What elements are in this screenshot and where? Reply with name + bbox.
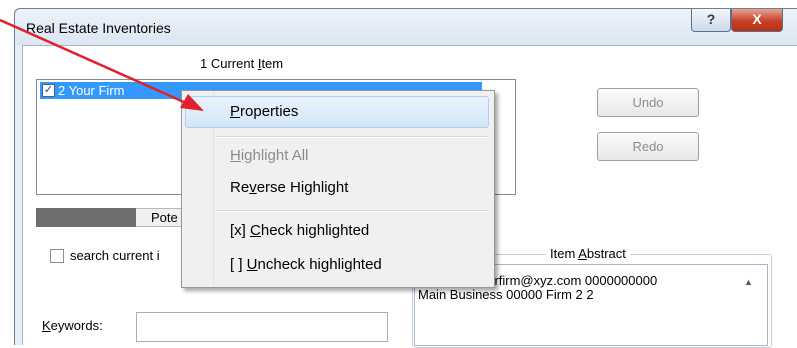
- menu-item-check-highlighted[interactable]: [x] Check highlighted: [230, 222, 369, 239]
- redo-button[interactable]: Redo: [597, 132, 699, 161]
- checkbox-checked-icon[interactable]: ✓: [42, 84, 55, 97]
- menu-separator: [216, 136, 488, 138]
- help-icon: ?: [706, 11, 716, 27]
- menu-separator: [216, 210, 488, 212]
- scroll-up-arrow-icon[interactable]: ▲: [744, 277, 753, 287]
- menu-item-highlight-all[interactable]: Highlight All: [230, 147, 308, 164]
- menu-item-reverse-highlight[interactable]: Reverse Highlight: [230, 179, 348, 196]
- abstract-line-2: Main Business 00000 Firm 2 2: [418, 287, 594, 302]
- keywords-input[interactable]: [136, 312, 388, 342]
- close-icon: X: [752, 11, 762, 27]
- close-button[interactable]: X: [731, 9, 783, 32]
- keywords-label: Keywords:: [42, 318, 103, 333]
- search-current-checkbox[interactable]: [50, 249, 64, 263]
- current-item-label: 1 Current Item: [200, 56, 284, 71]
- undo-button[interactable]: Undo: [597, 88, 699, 117]
- window-title: Real Estate Inventories: [26, 20, 171, 36]
- tab-potential-label: Pote: [151, 210, 178, 225]
- list-item-label: 2 Your Firm: [58, 83, 125, 98]
- help-button[interactable]: ?: [691, 9, 731, 32]
- tab-active[interactable]: [36, 208, 136, 227]
- menu-item-properties[interactable]: Properties: [230, 103, 298, 120]
- menu-item-uncheck-highlighted[interactable]: [ ] Uncheck highlighted: [230, 256, 382, 273]
- item-abstract-label: Item Abstract: [546, 246, 630, 261]
- search-current-label: search current i: [70, 248, 160, 263]
